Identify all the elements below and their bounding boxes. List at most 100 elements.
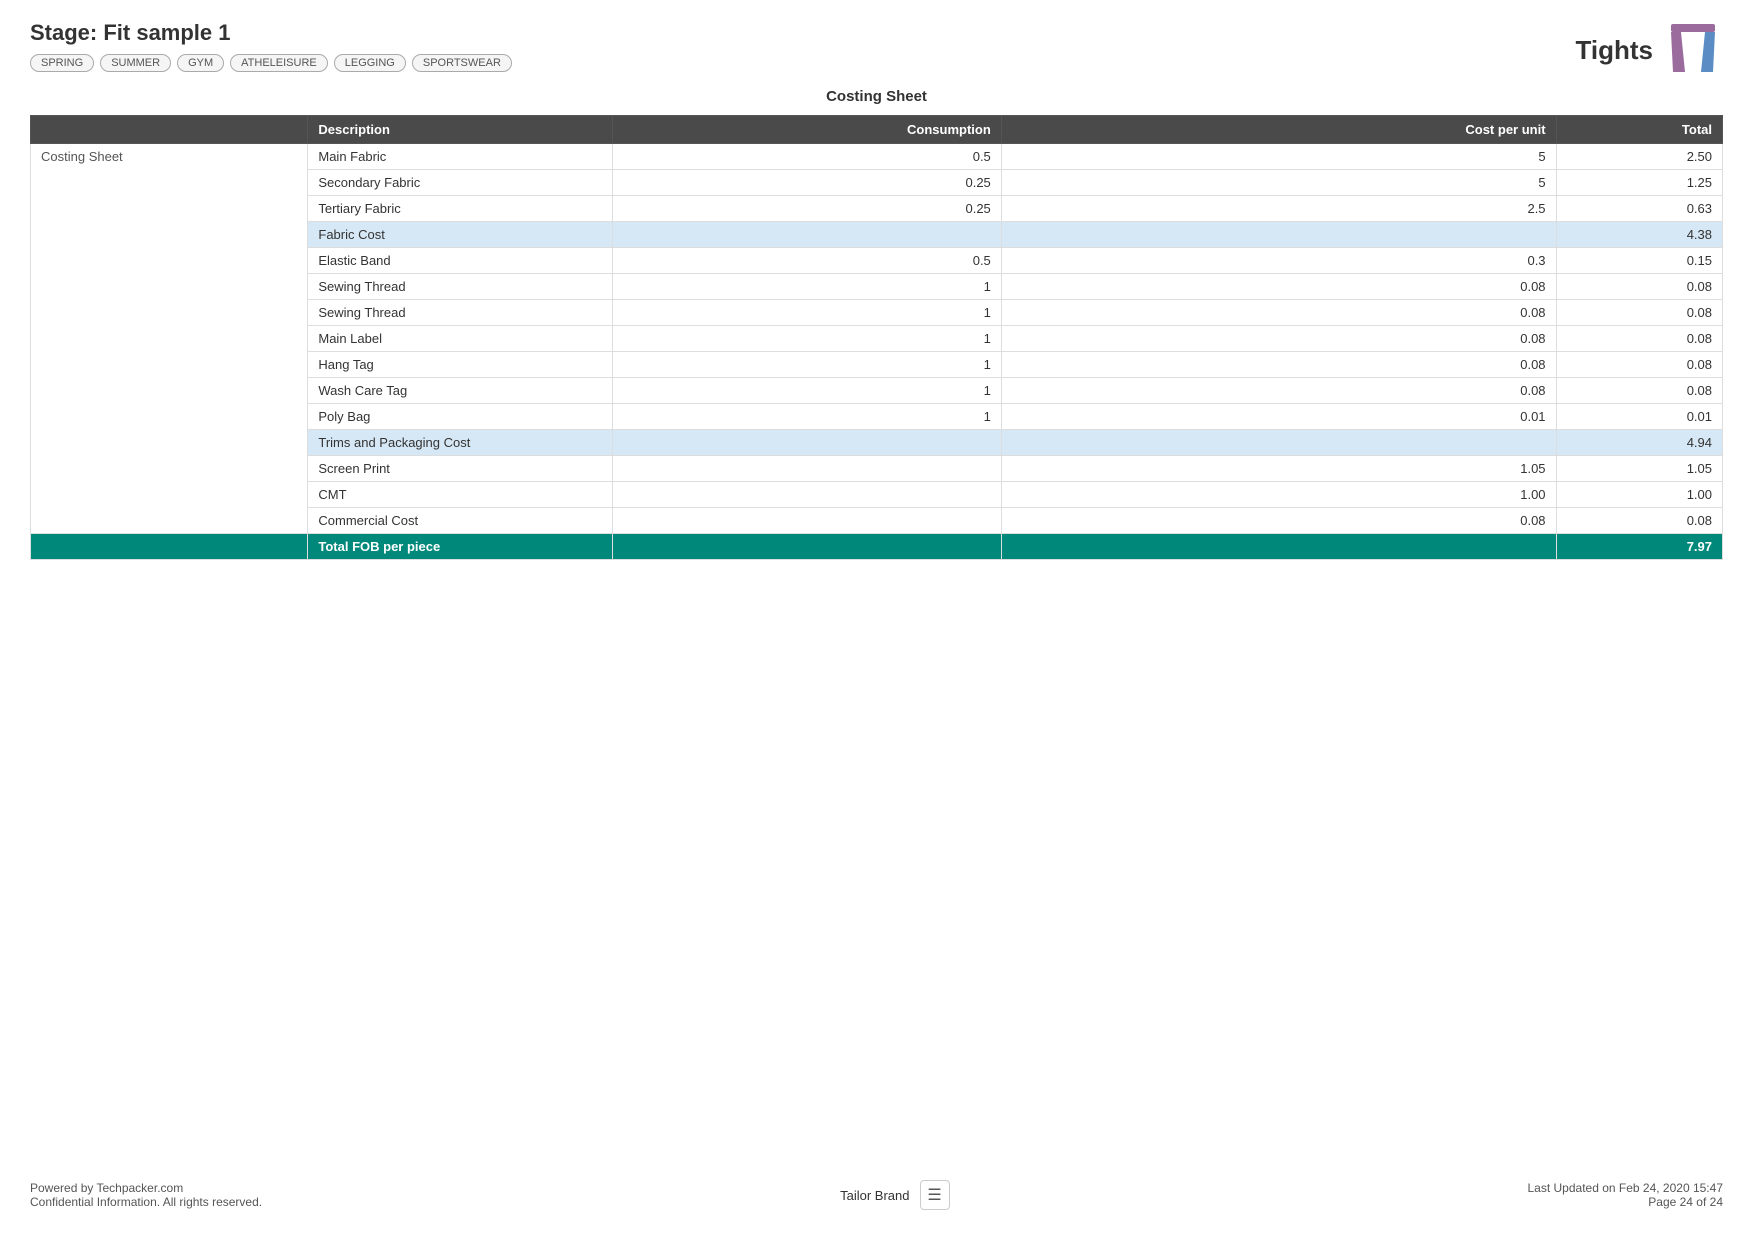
total-cell: 0.08 [1556, 326, 1722, 352]
cost-per-unit-cell: 5 [1001, 170, 1556, 196]
col-cost-per-unit: Cost per unit [1001, 116, 1556, 144]
total-cell: 7.97 [1556, 534, 1722, 560]
total-cell: 0.08 [1556, 378, 1722, 404]
cost-per-unit-cell [1001, 534, 1556, 560]
description-cell: Fabric Cost [308, 222, 613, 248]
cost-per-unit-cell: 0.08 [1001, 274, 1556, 300]
cost-per-unit-cell: 0.08 [1001, 352, 1556, 378]
tag-item: SPORTSWEAR [412, 54, 512, 72]
consumption-cell: 1 [613, 404, 1001, 430]
consumption-cell: 0.5 [613, 144, 1001, 170]
total-cell: 0.08 [1556, 508, 1722, 534]
description-cell: CMT [308, 482, 613, 508]
consumption-cell: 1 [613, 378, 1001, 404]
total-cell: 0.08 [1556, 274, 1722, 300]
confidential-text: Confidential Information. All rights res… [30, 1195, 262, 1209]
consumption-cell [613, 482, 1001, 508]
col-consumption: Consumption [613, 116, 1001, 144]
footer-right: Last Updated on Feb 24, 2020 15:47 Page … [1528, 1181, 1724, 1209]
cost-per-unit-cell: 0.08 [1001, 508, 1556, 534]
description-cell: Trims and Packaging Cost [308, 430, 613, 456]
total-cell: 1.25 [1556, 170, 1722, 196]
costing-table: Description Consumption Cost per unit To… [30, 115, 1723, 560]
description-cell: Sewing Thread [308, 274, 613, 300]
description-cell: Tertiary Fabric [308, 196, 613, 222]
total-cell: 0.08 [1556, 300, 1722, 326]
consumption-cell [613, 456, 1001, 482]
tag-item: SUMMER [100, 54, 171, 72]
sheet-title: Costing Sheet [30, 88, 1723, 105]
consumption-cell: 1 [613, 326, 1001, 352]
description-cell: Elastic Band [308, 248, 613, 274]
cost-per-unit-cell [1001, 222, 1556, 248]
total-cell: 4.94 [1556, 430, 1722, 456]
product-title: Tights [1575, 35, 1653, 66]
cost-per-unit-cell: 0.01 [1001, 404, 1556, 430]
consumption-cell: 0.25 [613, 170, 1001, 196]
page-footer: Powered by Techpacker.com Confidential I… [0, 1180, 1753, 1210]
tag-item: GYM [177, 54, 224, 72]
description-cell: Main Label [308, 326, 613, 352]
total-cell: 1.05 [1556, 456, 1722, 482]
tights-svg-icon [1663, 20, 1723, 80]
consumption-cell [613, 222, 1001, 248]
empty-section-cell [31, 534, 308, 560]
col-section [31, 116, 308, 144]
description-cell: Total FOB per piece [308, 534, 613, 560]
description-cell: Main Fabric [308, 144, 613, 170]
total-cell: 0.01 [1556, 404, 1722, 430]
header-right: Tights [1575, 20, 1723, 80]
cost-per-unit-cell: 0.08 [1001, 378, 1556, 404]
stage-title: Stage: Fit sample 1 [30, 20, 512, 46]
tag-item: LEGGING [334, 54, 406, 72]
consumption-cell: 1 [613, 274, 1001, 300]
last-updated-text: Last Updated on Feb 24, 2020 15:47 [1528, 1181, 1724, 1195]
cost-per-unit-cell: 0.3 [1001, 248, 1556, 274]
tags-container: SPRING SUMMER GYM ATHELEISURE LEGGING SPORTSW… [30, 54, 512, 72]
consumption-cell: 1 [613, 300, 1001, 326]
table-header-row: Description Consumption Cost per unit To… [31, 116, 1723, 144]
total-cell: 0.08 [1556, 352, 1722, 378]
cost-per-unit-cell: 0.08 [1001, 326, 1556, 352]
description-cell: Secondary Fabric [308, 170, 613, 196]
description-cell: Poly Bag [308, 404, 613, 430]
consumption-cell [613, 508, 1001, 534]
consumption-cell [613, 430, 1001, 456]
cost-per-unit-cell: 1.05 [1001, 456, 1556, 482]
cost-per-unit-cell: 0.08 [1001, 300, 1556, 326]
consumption-cell: 1 [613, 352, 1001, 378]
total-cell: 4.38 [1556, 222, 1722, 248]
brand-name: Tailor Brand [840, 1188, 909, 1203]
page-number-text: Page 24 of 24 [1528, 1195, 1724, 1209]
footer-center: Tailor Brand ☰ [840, 1180, 949, 1210]
description-cell: Hang Tag [308, 352, 613, 378]
costing-sheet-label: Costing Sheet [31, 144, 308, 534]
footer-left: Powered by Techpacker.com Confidential I… [30, 1181, 262, 1209]
total-cell: 0.15 [1556, 248, 1722, 274]
page-header: Stage: Fit sample 1 SPRING SUMMER GYM ATHEL… [30, 20, 1723, 80]
description-cell: Commercial Cost [308, 508, 613, 534]
cost-per-unit-cell: 5 [1001, 144, 1556, 170]
description-cell: Wash Care Tag [308, 378, 613, 404]
header-left: Stage: Fit sample 1 SPRING SUMMER GYM ATHEL… [30, 20, 512, 72]
brand-icon: ☰ [920, 1180, 950, 1210]
description-cell: Screen Print [308, 456, 613, 482]
product-icon [1663, 20, 1723, 80]
col-description: Description [308, 116, 613, 144]
description-cell: Sewing Thread [308, 300, 613, 326]
consumption-cell [613, 534, 1001, 560]
cost-per-unit-cell: 2.5 [1001, 196, 1556, 222]
table-row: Costing SheetMain Fabric0.552.50 [31, 144, 1723, 170]
cost-per-unit-cell: 1.00 [1001, 482, 1556, 508]
tag-item: SPRING [30, 54, 94, 72]
total-cell: 0.63 [1556, 196, 1722, 222]
table-row: Total FOB per piece 7.97 [31, 534, 1723, 560]
total-cell: 1.00 [1556, 482, 1722, 508]
powered-by-text: Powered by Techpacker.com [30, 1181, 262, 1195]
consumption-cell: 0.5 [613, 248, 1001, 274]
col-total: Total [1556, 116, 1722, 144]
tag-item: ATHELEISURE [230, 54, 328, 72]
total-cell: 2.50 [1556, 144, 1722, 170]
consumption-cell: 0.25 [613, 196, 1001, 222]
cost-per-unit-cell [1001, 430, 1556, 456]
